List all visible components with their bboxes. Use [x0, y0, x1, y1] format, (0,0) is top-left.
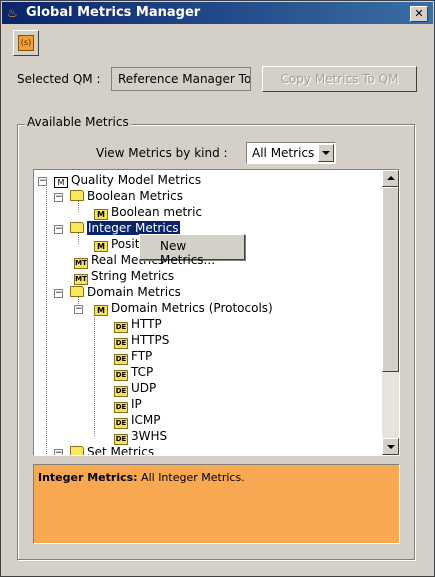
expand-protocols[interactable]: −: [74, 305, 83, 314]
tree-node-label: FTP: [131, 349, 153, 363]
expand-root[interactable]: −: [38, 177, 47, 186]
description-text: All Integer Metrics.: [137, 471, 245, 484]
tree-node-protocol[interactable]: DE TCP: [114, 364, 154, 381]
tree-node-label: Domain Metrics: [87, 285, 181, 299]
title-bar[interactable]: ♨ Global Metrics Manager ✕: [2, 2, 433, 24]
tree-node-protocol[interactable]: DE HTTPS: [114, 332, 170, 349]
tree-node-domain-metrics[interactable]: Domain Metrics: [70, 284, 181, 300]
metrics-tree[interactable]: − M Quality Model Metrics − Boolean Metri…: [33, 169, 400, 456]
folder-icon: [70, 190, 84, 201]
tree-node-boolean-metrics[interactable]: Boolean Metrics: [70, 188, 183, 204]
global-metrics-manager-window: ♨ Global Metrics Manager ✕ (s) Selected …: [0, 0, 435, 577]
tree-node-label: 3WHS: [131, 429, 168, 443]
folder-icon: [70, 222, 84, 233]
tree-node-label: Domain Metrics (Protocols): [111, 301, 273, 315]
available-metrics-title: Available Metrics: [25, 115, 131, 129]
metrics-icon: (s): [18, 35, 34, 51]
tree-node-boolean-metric[interactable]: M Boolean metric: [94, 204, 202, 220]
copy-metrics-button[interactable]: Copy Metrics To QM: [262, 66, 417, 92]
folder-icon: [70, 286, 84, 297]
tree-node-protocol[interactable]: DE UDP: [114, 380, 157, 397]
metric-icon: M: [94, 305, 108, 316]
tree-node-label: HTTPS: [131, 333, 170, 347]
tree-node-domain-protocols[interactable]: M Domain Metrics (Protocols): [94, 300, 273, 316]
expand-integer[interactable]: −: [54, 225, 63, 234]
tree-line: [94, 312, 95, 436]
selected-qm-label: Selected QM :: [17, 72, 101, 86]
tree-node-label: Boolean Metrics: [87, 189, 183, 203]
scroll-up-button[interactable]: [382, 170, 399, 187]
metric-description-panel: Integer Metrics: All Integer Metrics.: [33, 464, 400, 544]
tree-line: [46, 184, 47, 454]
tree-node-label: UDP: [131, 381, 157, 395]
tree-node-protocol[interactable]: DE ICMP: [114, 412, 161, 429]
tree-node-label: Posit: [111, 237, 140, 251]
tree-scrollbar[interactable]: [382, 170, 399, 455]
tree-node-label: Boolean metric: [111, 205, 203, 219]
chevron-down-icon[interactable]: [318, 144, 334, 162]
description-title: Integer Metrics:: [38, 471, 138, 484]
tree-node-protocol[interactable]: DE FTP: [114, 348, 153, 365]
scroll-thumb[interactable]: [382, 187, 399, 372]
tree-node-label: ICMP: [131, 413, 161, 427]
tree-node-positive[interactable]: M Posit: [94, 236, 139, 252]
metrics-toolbar-button[interactable]: (s): [13, 30, 39, 56]
tree-node-protocol[interactable]: DE IP: [114, 396, 142, 413]
context-menu: New Metrics...: [139, 234, 245, 267]
tree-node-label: Set Metrics: [87, 445, 155, 456]
new-metrics-menu-item[interactable]: New Metrics...: [160, 239, 244, 267]
tree-node-label: String Metrics: [91, 269, 175, 283]
tree-node-string-metrics[interactable]: MT String Metrics: [74, 268, 175, 285]
tree-node-label: HTTP: [131, 317, 162, 331]
tree-node-protocol[interactable]: DE 3WHS: [114, 428, 168, 445]
tree-node-label: TCP: [131, 365, 154, 379]
tree-node-label: IP: [131, 397, 142, 411]
metric-icon: M: [94, 209, 108, 220]
quality-model-icon: M: [54, 177, 68, 188]
tree-node-protocol[interactable]: DE HTTP: [114, 316, 162, 333]
folder-icon: [70, 446, 84, 455]
metrics-kind-value: All Metrics: [252, 146, 315, 160]
window-title: Global Metrics Manager: [26, 5, 201, 20]
java-icon: ♨: [7, 6, 18, 20]
metric-icon: M: [94, 241, 108, 252]
tree-node-label: Quality Model Metrics: [71, 173, 202, 187]
view-by-kind-label: View Metrics by kind :: [96, 146, 228, 160]
tree-node-set-metrics[interactable]: Set Metrics: [70, 444, 155, 456]
expand-boolean[interactable]: −: [54, 193, 63, 202]
close-button[interactable]: ✕: [410, 6, 428, 22]
metrics-kind-select[interactable]: All Metrics: [246, 142, 336, 164]
tree-node-root[interactable]: M Quality Model Metrics: [54, 172, 201, 188]
expand-domain[interactable]: −: [54, 289, 63, 298]
tree-node-label-selected: Integer Metrics: [87, 221, 180, 235]
expand-set[interactable]: −: [54, 449, 63, 455]
scroll-down-button[interactable]: [382, 438, 399, 455]
selected-qm-field[interactable]: Reference Manager To: [111, 67, 251, 91]
